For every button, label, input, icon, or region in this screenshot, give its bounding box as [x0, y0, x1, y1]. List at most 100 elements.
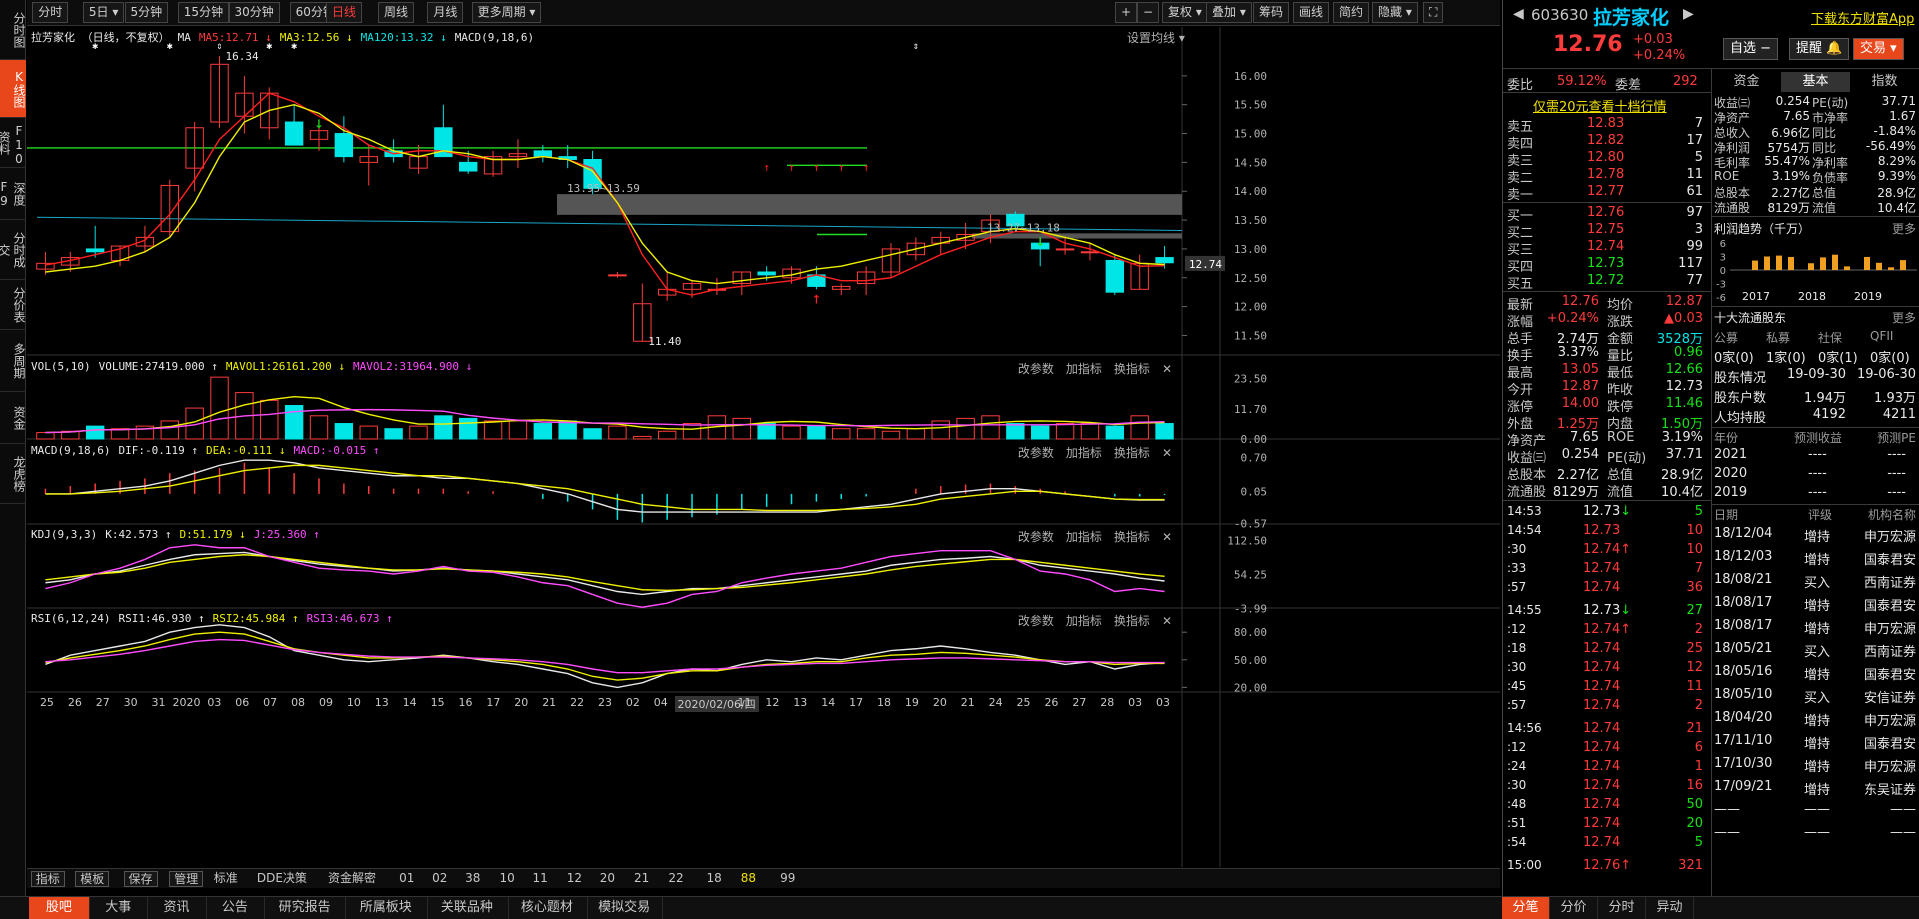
indicator-template-button[interactable]: 10 — [499, 871, 514, 887]
panel-tool-button[interactable]: ✕ — [1162, 446, 1172, 460]
bottom-tab[interactable]: 模拟交易 — [586, 897, 664, 919]
ma-settings-dropdown[interactable]: 设置均线 ▾ — [1127, 29, 1185, 46]
info-tab[interactable]: 基本 — [1781, 72, 1850, 92]
indicator-template-button[interactable]: 标准 — [214, 871, 238, 887]
panel-tool-button[interactable]: 换指标 — [1114, 362, 1150, 376]
chart-tool-button[interactable]: 筹码 — [1253, 2, 1290, 23]
volume-bar — [1006, 423, 1025, 440]
tick-tab[interactable]: 分笔 — [1502, 897, 1550, 919]
download-app-link[interactable]: 下载东方财富App — [1811, 8, 1914, 27]
panel-tool-button[interactable]: 加指标 — [1066, 362, 1102, 376]
info-tab[interactable]: 指数 — [1850, 72, 1919, 92]
indicator-template-button[interactable]: 01 — [399, 871, 414, 887]
bottom-tab[interactable]: 核心题材 — [507, 897, 589, 919]
bottom-tab[interactable]: 研究报告 — [264, 897, 347, 919]
bottom-tab[interactable]: 所属板块 — [345, 897, 429, 919]
left-nav-item[interactable]: 分时成交 — [0, 220, 26, 280]
indicator-template-button[interactable]: 资金解密 — [328, 871, 376, 887]
action-button[interactable]: 提醒 🔔 — [1789, 38, 1850, 60]
period-button[interactable]: 15分钟 — [177, 2, 230, 23]
indicator-template-button[interactable]: DDE决策 — [257, 871, 307, 887]
panel-tool-button[interactable]: ✕ — [1162, 362, 1172, 376]
indicator-template-button[interactable]: 88 — [741, 871, 756, 887]
panel-tool-button[interactable]: 换指标 — [1114, 530, 1150, 544]
panel-tool-button[interactable]: ✕ — [1162, 614, 1172, 628]
tick-tab[interactable]: 分价 — [1550, 897, 1598, 919]
panel-tool-button[interactable]: 换指标 — [1114, 446, 1150, 460]
panel-tool-button[interactable]: 改参数 — [1018, 530, 1054, 544]
back-arrow-icon[interactable]: ◀ — [1513, 6, 1524, 22]
chart-tool-button[interactable]: ⛶ — [1423, 2, 1444, 23]
panel-tool-button[interactable]: 改参数 — [1018, 446, 1054, 460]
chart-tool-button[interactable]: 叠加 ▾ — [1206, 2, 1252, 23]
action-button[interactable]: 自选 − — [1723, 38, 1779, 60]
left-nav-item[interactable]: 龙虎榜 — [0, 444, 26, 504]
chart-tool-button[interactable]: − — [1137, 2, 1160, 23]
tick-tab[interactable]: 异动 — [1646, 897, 1694, 919]
left-nav-item[interactable]: K线图 — [0, 60, 26, 118]
profit-more-link[interactable]: 更多 — [1892, 220, 1916, 237]
period-button[interactable]: 日线 — [326, 2, 363, 23]
bottom-tab[interactable]: 大事 — [89, 897, 149, 919]
holder-type-value: 1家(0) — [1766, 351, 1806, 366]
rating-cell: —— — [1714, 825, 1740, 840]
panel-tool-button[interactable]: 加指标 — [1066, 446, 1102, 460]
panel-tool-button[interactable]: 改参数 — [1018, 362, 1054, 376]
left-nav-item[interactable]: F10资料 — [0, 118, 26, 168]
period-button[interactable]: 30分钟 — [228, 2, 280, 23]
indicator-template-button[interactable]: 21 — [634, 871, 649, 887]
weicha-label: 委差 — [1615, 78, 1642, 93]
panel-tool-button[interactable]: 加指标 — [1066, 530, 1102, 544]
period-button[interactable]: 更多周期 ▾ — [471, 2, 542, 23]
date-axis-label: 31 — [151, 696, 166, 709]
action-button[interactable]: 交易 ▾ — [1853, 38, 1904, 60]
panel-tool-button[interactable]: 换指标 — [1114, 614, 1150, 628]
ten-level-promo-link[interactable]: 仅需20元查看十档行情 — [1533, 96, 1667, 115]
indicator-template-button[interactable]: 20 — [600, 871, 615, 887]
indicator-template-button[interactable]: 12 — [567, 871, 582, 887]
period-button[interactable]: 月线 — [427, 2, 464, 23]
info-tab[interactable]: 资金 — [1712, 72, 1781, 92]
bottom-tab[interactable]: 关联品种 — [426, 897, 509, 919]
holders-more-link[interactable]: 更多 — [1892, 309, 1916, 326]
period-button[interactable]: 周线 — [378, 2, 415, 23]
period-button[interactable]: 5日 ▾ — [82, 2, 125, 23]
chart-tool-button[interactable]: 隐藏 ▾ — [1372, 2, 1418, 23]
bottom-tab[interactable]: 股吧 — [28, 897, 91, 919]
indicator-template-button[interactable]: 模板 — [75, 871, 110, 887]
indicator-template-button[interactable]: 99 — [780, 871, 795, 887]
indicator-template-button[interactable]: 38 — [465, 871, 480, 887]
left-nav-item[interactable]: 分时图 — [0, 0, 26, 60]
period-button[interactable]: 5分钟 — [124, 2, 169, 23]
period-button[interactable]: 分时 — [32, 2, 69, 23]
forward-arrow-icon[interactable]: ▶ — [1683, 6, 1694, 22]
indicator-template-button[interactable]: 指标 — [30, 871, 65, 887]
chart-tool-button[interactable]: 画线 — [1293, 2, 1330, 23]
indicator-template-button[interactable]: 02 — [432, 871, 447, 887]
fund-label: 流通股 — [1714, 201, 1751, 215]
panel-tool-button[interactable]: ✕ — [1162, 530, 1172, 544]
bottom-tab[interactable]: 资讯 — [147, 897, 207, 919]
tick-price-value: 12.73 — [1583, 523, 1621, 538]
date-axis-label: 17 — [486, 696, 501, 709]
left-nav-item[interactable]: 多周期 — [0, 330, 26, 392]
bottom-tab[interactable]: 公告 — [206, 897, 266, 919]
indicator-template-button[interactable]: 18 — [706, 871, 721, 887]
left-nav-item[interactable]: 资金 — [0, 392, 26, 444]
panel-tool-button[interactable]: 加指标 — [1066, 614, 1102, 628]
indicator-template-button[interactable]: 管理 — [169, 871, 204, 887]
left-nav-item[interactable]: 深度F9 — [0, 168, 26, 220]
chart-tool-button[interactable]: 简约 — [1333, 2, 1370, 23]
rating-header: 评级 — [1808, 508, 1833, 522]
chart-tool-button[interactable]: 复权 ▾ — [1162, 2, 1208, 23]
chart-tool-button[interactable]: + — [1115, 2, 1138, 23]
indicator-template-button[interactable]: 11 — [532, 871, 547, 887]
panel-tool-button[interactable]: 改参数 — [1018, 614, 1054, 628]
ask-label: 卖一 — [1507, 188, 1534, 203]
indicator-template-button[interactable]: 22 — [668, 871, 683, 887]
tick-tab[interactable]: 分时 — [1598, 897, 1646, 919]
left-nav-item[interactable]: 分价表 — [0, 280, 26, 330]
holder-row-value: 1.93万 — [1874, 391, 1916, 406]
chart-area[interactable]: 16.34 11.40 13.95~13.59 13.27~13.18 16.00 15.… — [27, 27, 1500, 889]
indicator-template-button[interactable]: 保存 — [123, 871, 158, 887]
